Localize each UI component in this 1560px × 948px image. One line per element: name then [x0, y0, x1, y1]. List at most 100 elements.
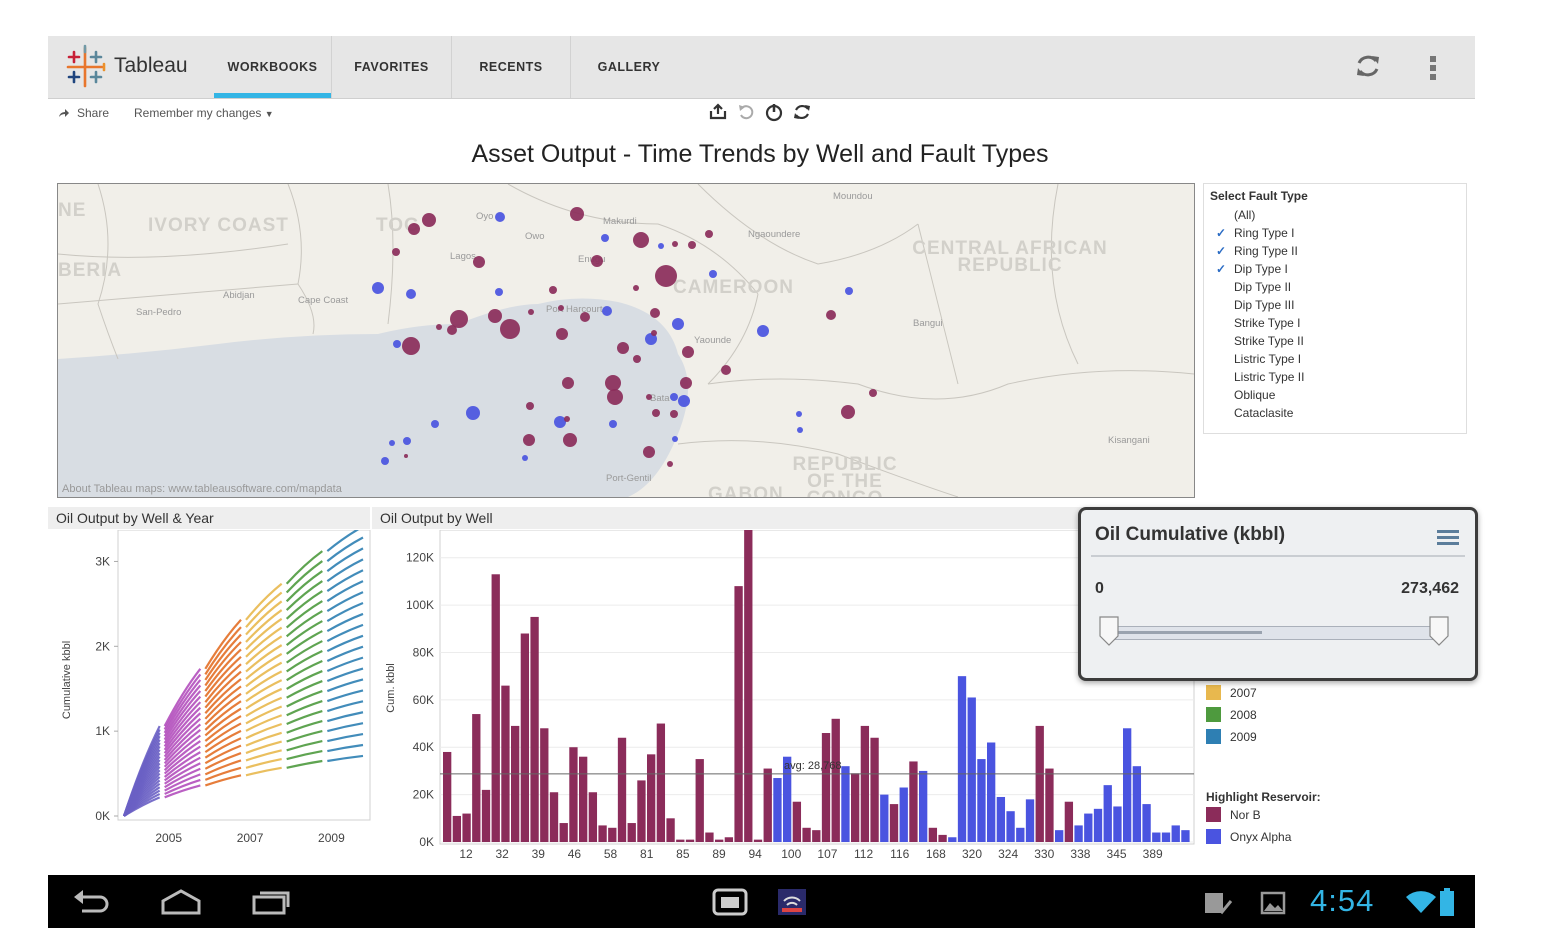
bar[interactable]: [569, 747, 578, 842]
bar[interactable]: [452, 815, 462, 842]
bar[interactable]: [637, 780, 646, 842]
well-marker[interactable]: [372, 282, 384, 294]
bar[interactable]: [744, 530, 753, 842]
bar[interactable]: [987, 742, 996, 842]
bar[interactable]: [1132, 766, 1142, 842]
refresh-data-icon[interactable]: [792, 102, 812, 122]
notification-icon[interactable]: [1203, 891, 1233, 915]
well-marker[interactable]: [705, 230, 713, 238]
well-marker[interactable]: [651, 330, 657, 336]
tab-gallery[interactable]: GALLERY: [571, 36, 687, 98]
bar[interactable]: [899, 787, 908, 842]
bar[interactable]: [1035, 725, 1044, 842]
bar[interactable]: [938, 834, 947, 842]
well-marker[interactable]: [658, 243, 664, 249]
filter-option[interactable]: ✓ Dip Type I: [1216, 262, 1446, 280]
bar[interactable]: [705, 832, 714, 842]
bar[interactable]: [948, 837, 957, 842]
bar[interactable]: [647, 754, 656, 842]
well-marker[interactable]: [670, 410, 678, 418]
bar[interactable]: [559, 823, 568, 842]
well-marker[interactable]: [617, 342, 629, 354]
bar[interactable]: [1152, 832, 1161, 842]
well-marker[interactable]: [500, 319, 520, 339]
well-marker[interactable]: [554, 416, 566, 428]
legend-label-nor-b[interactable]: Nor B: [1230, 808, 1261, 822]
well-marker[interactable]: [549, 286, 557, 294]
well-marker[interactable]: [721, 365, 731, 375]
bar[interactable]: [821, 733, 831, 842]
bar[interactable]: [1064, 801, 1074, 842]
well-marker[interactable]: [643, 446, 655, 458]
bar[interactable]: [617, 737, 627, 842]
filter-option[interactable]: ✓ Ring Type II: [1216, 244, 1446, 262]
bar[interactable]: [792, 801, 802, 842]
well-marker[interactable]: [655, 265, 677, 287]
filter-option[interactable]: Listric Type I: [1216, 352, 1446, 370]
well-marker[interactable]: [633, 232, 649, 248]
well-marker[interactable]: [845, 287, 853, 295]
well-marker[interactable]: [558, 305, 564, 311]
well-marker[interactable]: [607, 389, 623, 405]
well-marker[interactable]: [826, 310, 836, 320]
well-marker[interactable]: [562, 377, 574, 389]
well-marker[interactable]: [591, 255, 603, 267]
filter-option[interactable]: Cataclasite: [1216, 406, 1446, 424]
bar[interactable]: [1181, 830, 1190, 842]
bar[interactable]: [889, 804, 899, 842]
filter-option[interactable]: Dip Type III: [1216, 298, 1446, 316]
well-marker[interactable]: [678, 395, 690, 407]
revert-icon[interactable]: [764, 102, 784, 122]
bar[interactable]: [870, 737, 879, 842]
bar[interactable]: [1045, 768, 1054, 842]
bar[interactable]: [1084, 813, 1093, 842]
filter-option[interactable]: (All): [1216, 208, 1446, 226]
well-marker[interactable]: [633, 355, 641, 363]
bar[interactable]: [880, 794, 889, 842]
bar[interactable]: [579, 756, 588, 842]
bar[interactable]: [977, 759, 986, 842]
well-marker[interactable]: [709, 270, 717, 278]
range-slider-track[interactable]: [1111, 626, 1443, 640]
well-marker[interactable]: [570, 207, 584, 221]
bar[interactable]: [627, 823, 636, 842]
well-marker[interactable]: [580, 312, 590, 322]
well-marker[interactable]: [670, 393, 678, 401]
well-marker[interactable]: [667, 461, 673, 467]
bar[interactable]: [851, 773, 860, 842]
well-marker[interactable]: [403, 437, 411, 445]
bar[interactable]: [1123, 728, 1132, 842]
well-marker[interactable]: [389, 440, 395, 446]
bar[interactable]: [860, 725, 870, 842]
range-slider-max-handle[interactable]: [1429, 616, 1449, 646]
menu-icon[interactable]: [1437, 528, 1459, 546]
tab-favorites[interactable]: FAVORITES: [332, 36, 452, 98]
bar[interactable]: [666, 818, 675, 842]
bar[interactable]: [472, 714, 481, 842]
oil-output-by-well-chart[interactable]: 120K 100K 80K 60K 40K 20K 0K Cum. kbbl avg: 28,7…: [372, 530, 1196, 866]
bar[interactable]: [831, 718, 840, 842]
well-marker[interactable]: [650, 308, 660, 318]
legend-swatch-onyx-alpha[interactable]: [1206, 829, 1221, 844]
map-credit[interactable]: About Tableau maps: www.tableausoftware.…: [62, 483, 342, 495]
bar[interactable]: [753, 839, 763, 842]
bar[interactable]: [724, 837, 734, 842]
bar[interactable]: [685, 839, 695, 842]
bar[interactable]: [1074, 825, 1083, 842]
bar[interactable]: [1016, 827, 1025, 842]
well-marker[interactable]: [402, 337, 420, 355]
well-marker[interactable]: [408, 223, 420, 235]
bar[interactable]: [967, 697, 976, 842]
filter-option[interactable]: ✓ Ring Type I: [1216, 226, 1446, 244]
well-markers[interactable]: [58, 184, 1194, 497]
well-marker[interactable]: [404, 454, 408, 458]
well-marker[interactable]: [652, 409, 660, 417]
well-marker[interactable]: [495, 212, 505, 222]
bar[interactable]: [773, 778, 782, 842]
well-marker[interactable]: [841, 405, 855, 419]
bar[interactable]: [802, 827, 811, 842]
well-marker[interactable]: [447, 325, 457, 335]
screen-icon[interactable]: [708, 885, 752, 919]
well-marker[interactable]: [436, 324, 442, 330]
well-marker[interactable]: [422, 213, 436, 227]
